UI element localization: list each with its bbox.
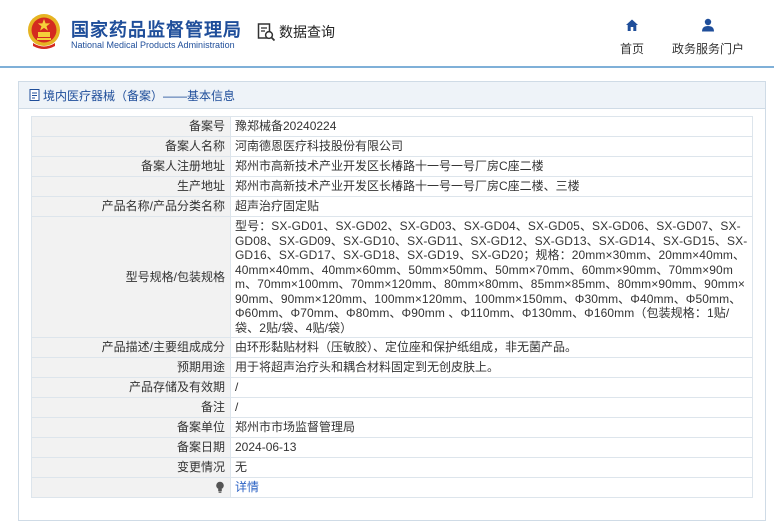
data-query-label: 数据查询 (279, 24, 335, 40)
row-value: 郑州市市场监督管理局 (230, 417, 753, 438)
row-value: / (230, 397, 753, 418)
document-icon (29, 89, 40, 101)
national-emblem-icon (28, 14, 60, 49)
nav-government-services[interactable]: 政务服务门户 (668, 18, 748, 57)
breadcrumb-text: 境内医疗器械（备案）——基本信息 (43, 88, 236, 103)
site-title[interactable]: 国家药品监督管理局 (71, 16, 242, 42)
record-table: 备案号 豫郑械备20240224 备案人名称 河南德恩医疗科技股份有限公司 备案… (31, 116, 753, 498)
record-panel: 境内医疗器械（备案）——基本信息 备案号 豫郑械备20240224 备案人名称 … (18, 81, 766, 521)
row-value: 2024-06-13 (230, 437, 753, 458)
row-value: 河南德恩医疗科技股份有限公司 (230, 136, 753, 157)
home-icon (626, 19, 638, 31)
row-value: 郑州市高新技术产业开发区长椿路十一号一号厂房C座二楼、三楼 (230, 176, 753, 197)
row-key: 备案人注册地址 (31, 156, 231, 177)
document-search-icon (257, 23, 276, 42)
row-key: 产品描述/主要组成成分 (31, 337, 231, 358)
row-value: 豫郑械备20240224 (230, 116, 753, 137)
row-key: 生产地址 (31, 176, 231, 197)
table-row-production-address: 生产地址 郑州市高新技术产业开发区长椿路十一号一号厂房C座二楼、三楼 (31, 176, 753, 197)
row-value: 型号：SX-GD01、SX-GD02、SX-GD03、SX-GD04、SX-GD… (230, 216, 753, 338)
site-title-en: National Medical Products Administration (71, 40, 235, 50)
row-key: 变更情况 (31, 457, 231, 478)
table-row-intended-use: 预期用途 用于将超声治疗头和耦合材料固定到无创皮肤上。 (31, 357, 753, 378)
table-row-record-number: 备案号 豫郑械备20240224 (31, 116, 753, 137)
nav-home[interactable]: 首页 (614, 18, 650, 57)
table-row-registrant-name: 备案人名称 河南德恩医疗科技股份有限公司 (31, 136, 753, 157)
row-key: 备案单位 (31, 417, 231, 438)
table-row-filing-date: 备案日期 2024-06-13 (31, 437, 753, 458)
row-key-icon-cell (31, 477, 231, 498)
table-row-model-spec: 型号规格/包装规格 型号：SX-GD01、SX-GD02、SX-GD03、SX-… (31, 216, 753, 338)
row-key: 预期用途 (31, 357, 231, 378)
nav-home-label: 首页 (619, 42, 644, 56)
row-value: 用于将超声治疗头和耦合材料固定到无创皮肤上。 (230, 357, 753, 378)
data-query-link[interactable]: 数据查询 (256, 22, 335, 42)
table-row-remarks: 备注 / (31, 397, 753, 418)
row-value: 由环形黏贴材料（压敏胶）、定位座和保护纸组成，非无菌产品。 (230, 337, 753, 358)
table-row-storage-validity: 产品存储及有效期 / (31, 377, 753, 398)
table-row-changes: 变更情况 无 (31, 457, 753, 478)
nav-government-services-label: 政务服务门户 (671, 42, 744, 56)
breadcrumb: 境内医疗器械（备案）——基本信息 (19, 82, 765, 109)
row-key: 产品名称/产品分类名称 (31, 196, 231, 217)
table-row-details: 详情 (31, 477, 753, 498)
table-row-registrant-address: 备案人注册地址 郑州市高新技术产业开发区长椿路十一号一号厂房C座二楼 (31, 156, 753, 177)
lightbulb-icon (216, 481, 224, 494)
row-key: 备注 (31, 397, 231, 418)
row-key: 备案日期 (31, 437, 231, 458)
row-key: 产品存储及有效期 (31, 377, 231, 398)
row-key: 备案人名称 (31, 136, 231, 157)
row-key: 备案号 (31, 116, 231, 137)
details-link[interactable]: 详情 (235, 480, 259, 494)
table-row-product-description: 产品描述/主要组成成分 由环形黏贴材料（压敏胶）、定位座和保护纸组成，非无菌产品… (31, 337, 753, 358)
user-icon (702, 18, 714, 32)
table-row-product-name: 产品名称/产品分类名称 超声治疗固定贴 (31, 196, 753, 217)
row-key: 型号规格/包装规格 (31, 216, 231, 338)
row-value: 郑州市高新技术产业开发区长椿路十一号一号厂房C座二楼 (230, 156, 753, 177)
row-value: / (230, 377, 753, 398)
table-row-filing-unit: 备案单位 郑州市市场监督管理局 (31, 417, 753, 438)
site-header: 国家药品监督管理局 National Medical Products Admi… (0, 0, 774, 68)
row-value: 超声治疗固定贴 (230, 196, 753, 217)
row-value: 详情 (230, 477, 753, 498)
row-value: 无 (230, 457, 753, 478)
